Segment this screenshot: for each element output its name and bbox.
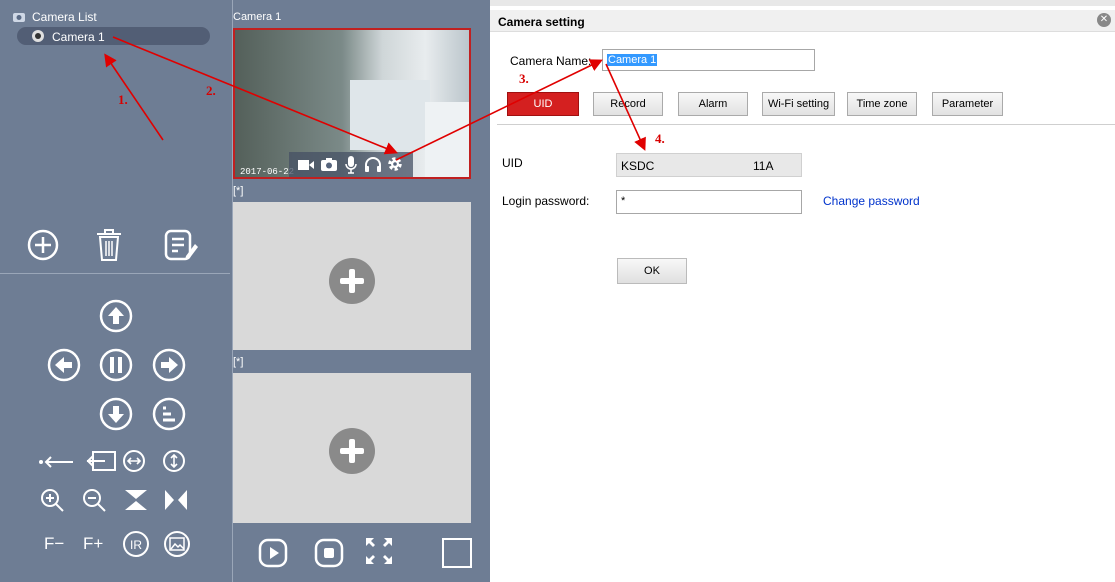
annotation-2: 2. bbox=[206, 83, 216, 98]
annotation-1: 1. bbox=[118, 92, 128, 107]
annotation-4: 4. bbox=[655, 131, 665, 146]
annotation-arrows bbox=[104, 36, 646, 161]
annotation-3: 3. bbox=[519, 71, 529, 86]
